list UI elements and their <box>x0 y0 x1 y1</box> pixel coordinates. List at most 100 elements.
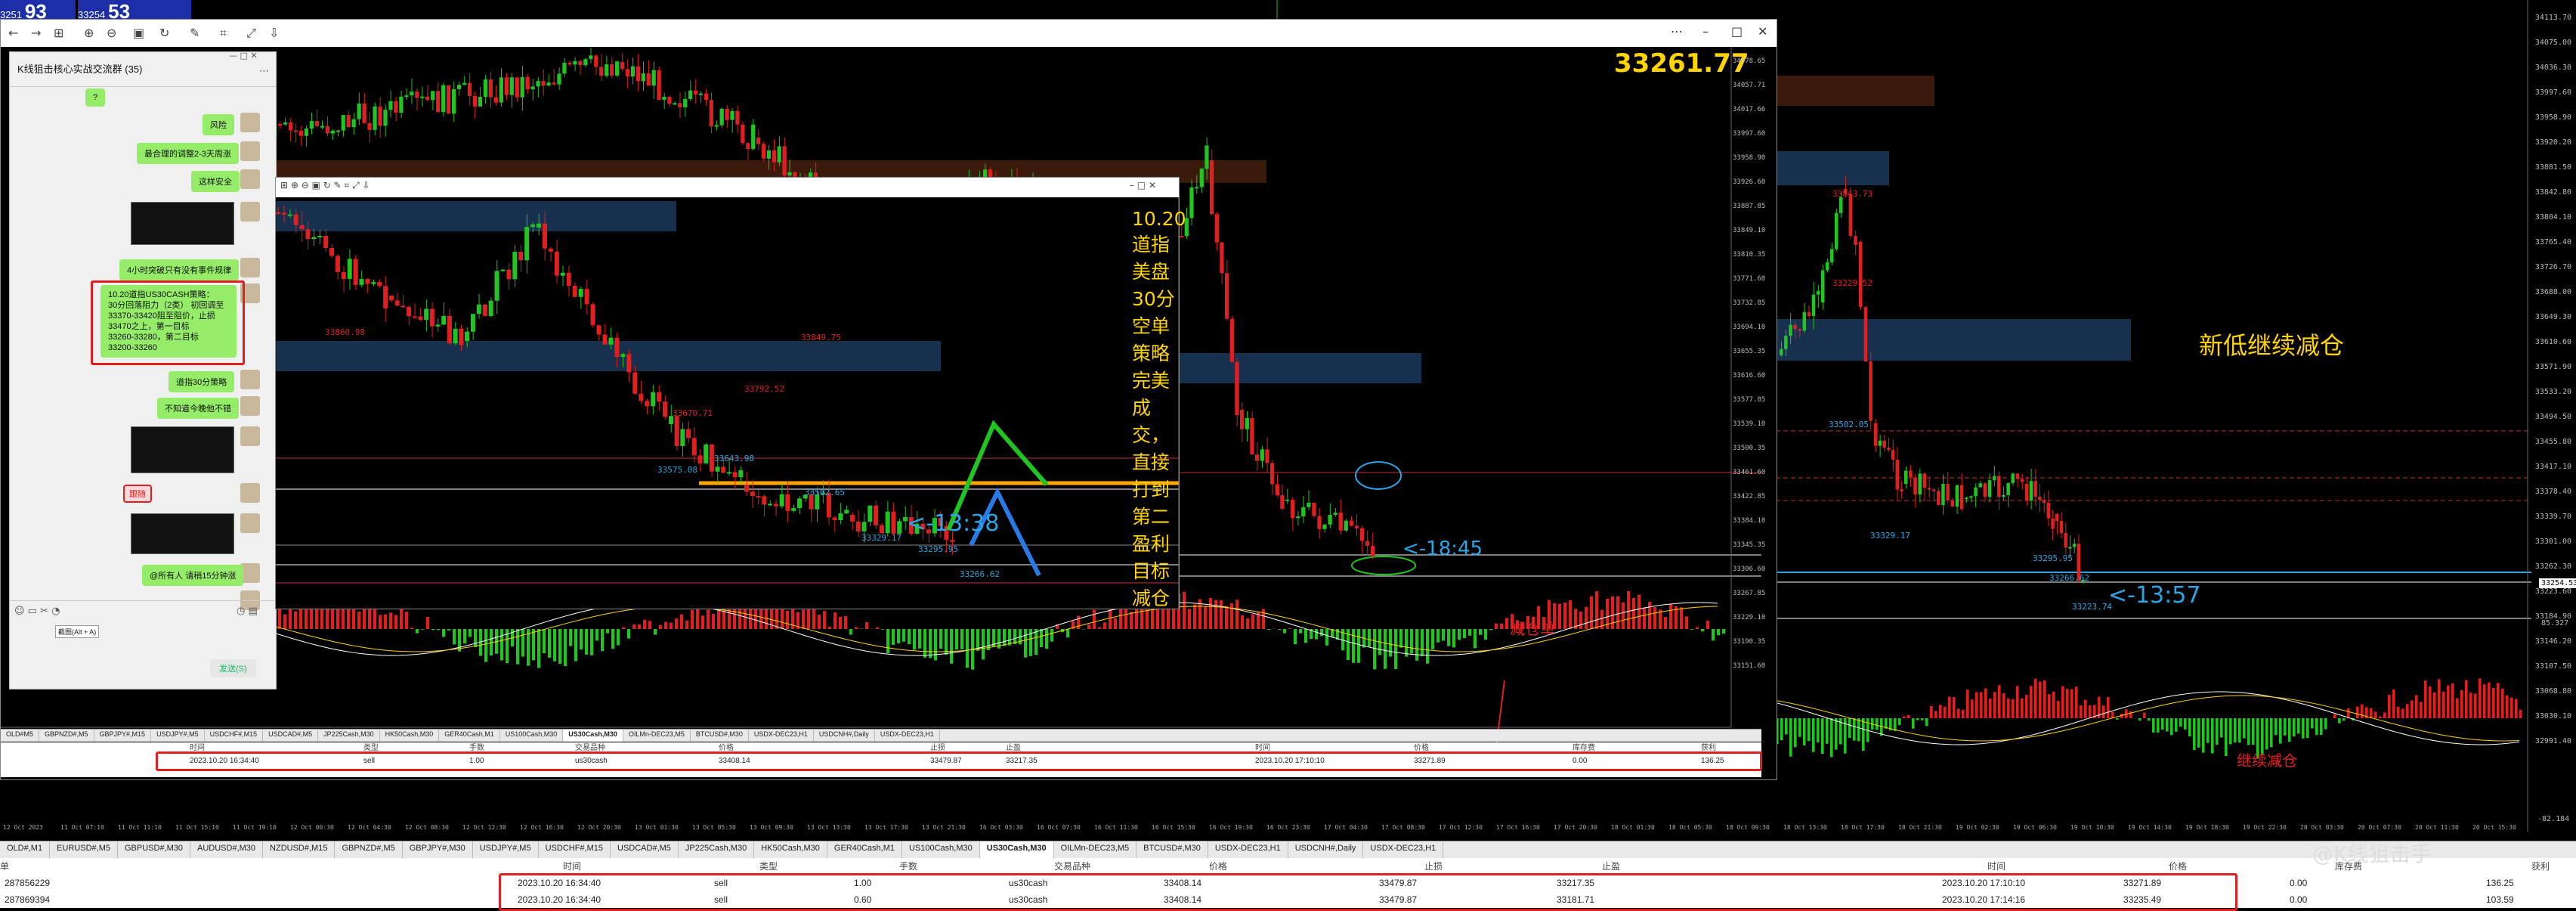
close-icon[interactable]: ✕ <box>1758 24 1767 39</box>
symbol-tab[interactable]: GBPNZD#,M5 <box>39 730 94 742</box>
column-header[interactable]: 获利 <box>2531 858 2550 875</box>
rotate-icon[interactable]: ↻ <box>159 26 169 40</box>
maximize-icon[interactable]: □ <box>1731 24 1743 39</box>
macd-bar <box>2302 718 2305 739</box>
symbol-tab[interactable]: US30Cash,M30 <box>563 730 623 742</box>
symbol-tab[interactable]: JP225Cash,M30 <box>318 730 380 742</box>
chat-message[interactable]: 4小时突破只有没有事件规律 <box>119 259 239 280</box>
symbol-tab[interactable]: GBPUSD#,M30 <box>118 841 190 858</box>
symbol-tab[interactable]: OILMn-DEC23,M5 <box>1054 841 1136 858</box>
symbol-tab[interactable]: BTCUSD#,M30 <box>691 730 749 742</box>
back-icon[interactable]: ← <box>8 26 18 40</box>
symbol-tab[interactable]: US100Cash,M30 <box>902 841 980 858</box>
chat-toolbar[interactable]: ☺ ▭ ✂ ◔ <box>14 606 60 617</box>
symbol-tab[interactable]: USDX-DEC23,H1 <box>1208 841 1288 858</box>
zoom-out-icon[interactable]: ⊖ <box>107 26 116 40</box>
avatar[interactable] <box>240 141 260 161</box>
inner-chart-window[interactable]: ⊞ ⊕ ⊖ ▣ ↻ ✎ ⌗ ⤢ ⇩ – □ ✕ 10.20 道指美盘30分空单策… <box>275 177 1180 609</box>
expand-icon[interactable]: ⤢ <box>246 26 256 41</box>
symbol-tab[interactable]: USDCAD#,M5 <box>611 841 679 858</box>
symbol-tab[interactable]: US100Cash,M30 <box>500 730 564 742</box>
macd-bar <box>643 620 646 629</box>
symbol-tab[interactable]: GER40Cash,M1 <box>827 841 902 858</box>
inner-window-controls[interactable]: – □ ✕ <box>1130 180 1156 191</box>
avatar[interactable] <box>240 169 260 189</box>
symbol-tab[interactable]: HK50Cash,M30 <box>380 730 440 742</box>
minimize-icon[interactable]: – <box>1702 24 1709 39</box>
symbol-tab[interactable]: OILMn-DEC23,M5 <box>623 730 691 742</box>
symbol-tab[interactable]: EURUSD#,M5 <box>50 841 118 858</box>
inner-toolbar-icons[interactable]: ⊞ ⊕ ⊖ ▣ ↻ ✎ ⌗ ⤢ ⇩ <box>280 180 370 191</box>
macd-bar <box>1288 628 1291 629</box>
inner-price-chart[interactable] <box>276 197 1179 609</box>
image-icon[interactable]: ▣ <box>133 26 144 40</box>
symbol-tab[interactable]: OLD#M5 <box>1 730 39 742</box>
crop-icon[interactable]: ⌗ <box>220 26 227 41</box>
chat-message[interactable]: 不知道今晚他不错 <box>157 398 239 419</box>
column-header[interactable]: 价格 <box>1209 858 1227 875</box>
chat-panel[interactable]: K线狙击核心实战交流群 (35) — □ ✕ ⋯ ? 风险 最合理的调整2-3天… <box>9 51 277 689</box>
symbol-tab[interactable]: OLD#,M1 <box>0 841 50 858</box>
symbol-tab[interactable]: HK50Cash,M30 <box>754 841 827 858</box>
symbol-tab[interactable]: USDX-DEC23,H1 <box>749 730 814 742</box>
symbol-tab[interactable]: GBPNZD#,M5 <box>335 841 402 858</box>
forward-icon[interactable]: → <box>31 26 41 40</box>
symbol-tab[interactable]: GBPJPY#,M30 <box>403 841 473 858</box>
edit-icon[interactable]: ✎ <box>190 26 199 40</box>
symbol-tab[interactable]: GBPJPY#,M15 <box>94 730 152 742</box>
symbol-tab[interactable]: BTCUSD#,M30 <box>1136 841 1208 858</box>
column-header[interactable]: 止盈 <box>1602 858 1620 875</box>
avatar[interactable] <box>240 202 260 222</box>
symbol-tab[interactable]: USDJPY#,M5 <box>473 841 539 858</box>
column-header[interactable]: 时间 <box>563 858 581 875</box>
send-button[interactable]: 发送(S) <box>210 659 256 677</box>
symbol-tab[interactable]: AUDUSD#,M30 <box>190 841 263 858</box>
symbol-tab[interactable]: USDJPY#,M5 <box>151 730 205 742</box>
avatar[interactable] <box>240 426 260 446</box>
symbol-tab[interactable]: USDCNH#,Daily <box>1288 841 1364 858</box>
symbol-tab[interactable]: JP225Cash,M30 <box>679 841 754 858</box>
main-symbol-tabs[interactable]: OLD#,M1EURUSD#,M5GBPUSD#,M30AUDUSD#,M30N… <box>0 841 2576 858</box>
chat-message[interactable]: @所有人 请稍15分钟涨 <box>142 565 243 586</box>
column-header[interactable]: 价格 <box>2169 858 2187 875</box>
avatar[interactable] <box>240 370 260 389</box>
column-header[interactable]: 手数 <box>899 858 917 875</box>
chat-more-icon[interactable]: ⋯ <box>259 66 269 77</box>
symbol-tab[interactable]: GER40Cash,M1 <box>439 730 500 742</box>
chat-message[interactable]: 这样安全 <box>191 171 240 192</box>
chat-image-thumbnail[interactable] <box>131 513 234 554</box>
chat-message[interactable]: 道指30分策略 <box>169 371 234 392</box>
column-header[interactable]: 单 <box>0 858 9 875</box>
symbol-tab[interactable]: US30Cash,M30 <box>980 841 1054 858</box>
chat-message[interactable]: ? <box>85 88 105 107</box>
symbol-tab[interactable]: USDCAD#,M5 <box>263 730 318 742</box>
avatar[interactable] <box>240 513 260 533</box>
avatar[interactable] <box>240 258 260 277</box>
symbol-tab[interactable]: NZDUSD#,M15 <box>263 841 335 858</box>
chat-image-thumbnail[interactable] <box>131 426 234 473</box>
chat-window-controls[interactable]: — □ ✕ <box>229 51 258 60</box>
symbol-tab[interactable]: USDX-DEC23,H1 <box>875 730 940 742</box>
grid-icon[interactable]: ⊞ <box>54 26 63 40</box>
zoom-in-icon[interactable]: ⊕ <box>84 26 94 40</box>
second-symbol-tabs[interactable]: OLD#M5GBPNZD#,M5GBPJPY#,M15USDJPY#,M5USD… <box>1 729 1761 742</box>
avatar[interactable] <box>240 483 260 503</box>
symbol-tab[interactable]: USDCHF#,M15 <box>539 841 611 858</box>
chat-message[interactable]: 最合理的调整2-3天周涨 <box>137 143 239 164</box>
column-header[interactable]: 类型 <box>759 858 778 875</box>
symbol-tab[interactable]: USDX-DEC23,H1 <box>1363 841 1443 858</box>
avatar[interactable] <box>240 396 260 416</box>
more-icon[interactable]: ⋯ <box>1671 24 1683 39</box>
chat-image-thumbnail[interactable] <box>131 202 234 245</box>
symbol-tab[interactable]: USDCNH#,Daily <box>814 730 875 742</box>
avatar[interactable] <box>240 113 260 132</box>
column-header[interactable]: 交易品种 <box>1054 858 1090 875</box>
chat-toolbar-right[interactable]: ◷ ▤ <box>237 606 258 617</box>
chat-message[interactable]: 风险 <box>203 114 234 135</box>
save-icon[interactable]: ⇩ <box>269 26 279 40</box>
chat-message[interactable]: 跟随 <box>123 485 152 503</box>
macd-bar <box>2497 683 2500 718</box>
column-header[interactable]: 止损 <box>1424 858 1443 875</box>
column-header[interactable]: 时间 <box>1987 858 2005 875</box>
symbol-tab[interactable]: USDCHF#,M15 <box>205 730 264 742</box>
